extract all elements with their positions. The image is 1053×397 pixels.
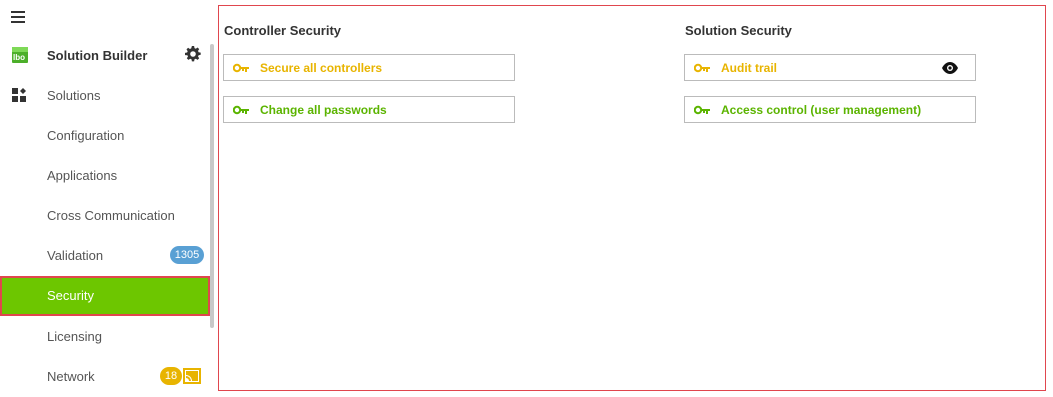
secure-all-controllers-button[interactable]: Secure all controllers xyxy=(223,54,515,81)
menu-icon[interactable] xyxy=(11,11,25,23)
sidebar-title: Solution Builder xyxy=(47,48,148,63)
audit-trail-button[interactable]: Audit trail xyxy=(684,54,976,81)
sidebar-item-network[interactable]: Network 18 xyxy=(0,357,210,397)
solutions-icon xyxy=(12,88,26,102)
eye-icon[interactable] xyxy=(942,62,958,74)
controller-security-title: Controller Security xyxy=(224,23,342,38)
sidebar-item-applications[interactable]: Applications xyxy=(0,156,210,196)
gear-icon[interactable] xyxy=(185,46,201,62)
key-icon xyxy=(233,105,249,115)
sidebar-item-label: Configuration xyxy=(47,128,125,143)
sidebar-item-label: Network xyxy=(47,369,95,384)
sidebar-item-cross-communication[interactable]: Cross Communication xyxy=(0,196,210,236)
sidebar-item-label: Solutions xyxy=(47,88,101,103)
action-label: Change all passwords xyxy=(260,103,387,117)
sidebar-item-security[interactable]: Security xyxy=(0,276,210,316)
security-panel: Controller Security Secure all controlle… xyxy=(218,5,1046,391)
cast-icon[interactable] xyxy=(183,368,201,384)
sidebar-item-licensing[interactable]: Licensing xyxy=(0,317,210,357)
change-all-passwords-button[interactable]: Change all passwords xyxy=(223,96,515,123)
key-icon xyxy=(233,63,249,73)
validation-count-badge: 1305 xyxy=(170,246,204,264)
sidebar-item-validation[interactable]: Validation 1305 xyxy=(0,236,210,276)
sidebar-item-label: Applications xyxy=(47,168,118,183)
solution-security-title: Solution Security xyxy=(685,23,792,38)
solution-builder-logo: lbo xyxy=(12,47,28,63)
key-icon xyxy=(694,63,710,73)
key-icon xyxy=(694,105,710,115)
access-control-button[interactable]: Access control (user management) xyxy=(684,96,976,123)
network-count-badge: 18 xyxy=(160,367,182,385)
sidebar-item-label: Cross Communication xyxy=(47,208,175,223)
sidebar-item-solutions[interactable]: Solutions xyxy=(0,76,210,116)
sidebar-header: lbo Solution Builder xyxy=(0,40,210,72)
action-label: Secure all controllers xyxy=(260,61,383,75)
sidebar-item-label: Validation xyxy=(47,248,104,263)
action-label: Access control (user management) xyxy=(721,103,922,117)
sidebar-item-configuration[interactable]: Configuration xyxy=(0,116,210,156)
sidebar-item-label: Licensing xyxy=(47,329,102,344)
action-label: Audit trail xyxy=(721,61,777,75)
sidebar-item-label: Security xyxy=(47,288,94,303)
sidebar-scrollbar[interactable] xyxy=(210,44,214,328)
sidebar: lbo Solution Builder Solutions Configura… xyxy=(0,0,218,394)
